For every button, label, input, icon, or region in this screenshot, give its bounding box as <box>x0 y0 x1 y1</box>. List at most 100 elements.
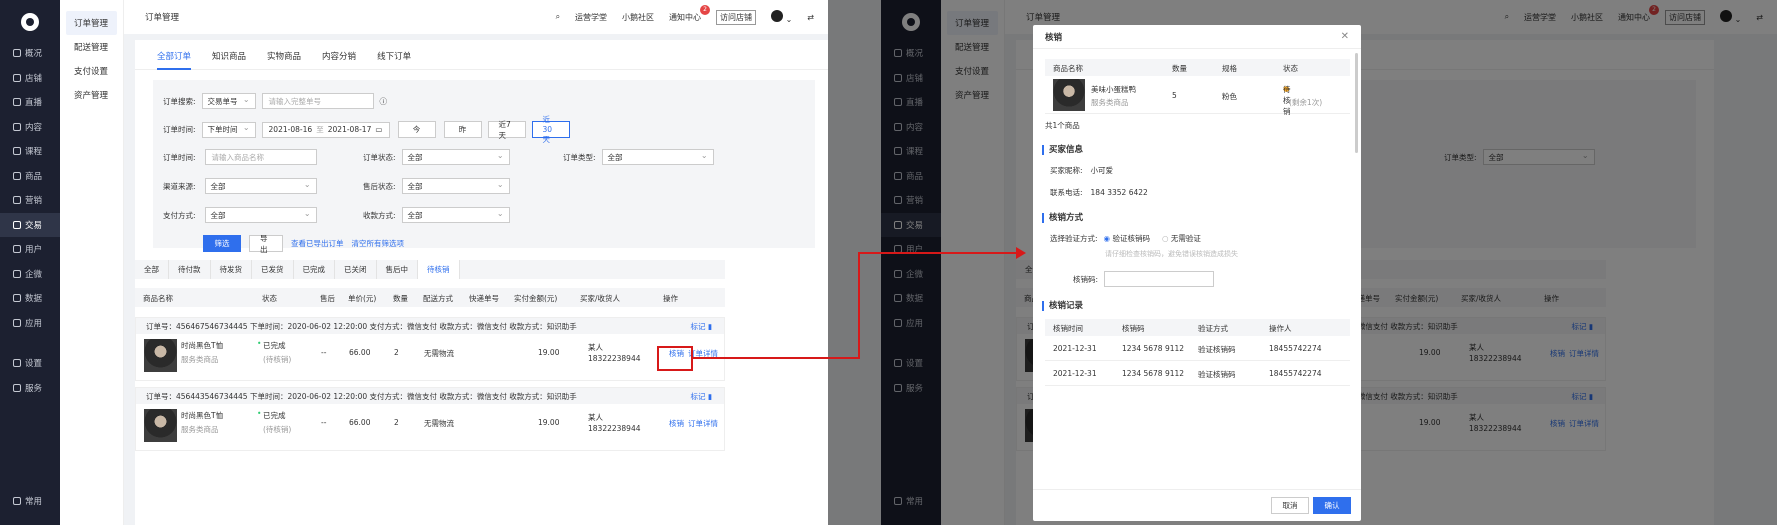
link-notify[interactable]: 通知中心 2 <box>669 4 711 23</box>
close-icon[interactable]: ✕ <box>1341 31 1349 42</box>
after-sale-select[interactable]: 全部 <box>401 178 510 194</box>
order-detail-link[interactable]: 订单详情 <box>688 418 718 429</box>
verify-code-input[interactable] <box>1104 271 1215 287</box>
quick-30days[interactable]: 近30天 <box>531 115 570 144</box>
status-tab[interactable]: 全部 <box>135 260 169 279</box>
order-no-input[interactable]: 请输入完整单号 <box>261 93 374 109</box>
method-hint: 请仔细检查核销码，避免错误核销造成损失 <box>1105 250 1238 258</box>
nav-item[interactable]: 直播 <box>0 90 60 115</box>
nav-item[interactable]: 营销 <box>0 188 60 213</box>
notify-badge: 2 <box>700 4 711 15</box>
nav-item[interactable]: 商品 <box>0 164 60 189</box>
grid-icon <box>13 496 21 505</box>
export-button[interactable]: 导出 <box>249 234 283 254</box>
status-tab[interactable]: 已完成 <box>294 260 335 279</box>
nav-label: 企微 <box>25 269 43 280</box>
subnav-item[interactable]: 资产管理 <box>66 83 117 107</box>
verify-link[interactable]: 核销 <box>669 418 684 429</box>
nav-item[interactable]: 企微 <box>0 262 60 287</box>
order-head: 订单号：456443546734445 下单时间：2020-06-02 12:2… <box>136 388 724 404</box>
goods-table-header: 商品名称 数量 规格 状态 <box>1045 59 1350 76</box>
status-tab[interactable]: 售后中 <box>377 260 418 279</box>
nav-item[interactable]: 课程 <box>0 139 60 164</box>
status-dot: • <box>257 339 262 348</box>
radio-verify-code[interactable]: ◉ 验证核销码 <box>1104 233 1150 244</box>
nav-item[interactable]: 交易 <box>0 212 60 237</box>
nav-item[interactable]: 用户 <box>0 237 60 262</box>
tab-1[interactable]: 知识商品 <box>212 50 246 70</box>
switch-icon[interactable]: ⇄ <box>807 13 814 22</box>
pay-method-select[interactable]: 全部 <box>204 207 317 223</box>
quick-yesterday[interactable]: 昨 <box>443 121 482 138</box>
subnav-item[interactable]: 配送管理 <box>66 35 117 59</box>
status-sub: (待核销) <box>263 425 292 434</box>
nav-icon <box>13 98 21 107</box>
mark-label: 标记 <box>690 391 706 401</box>
tab-4[interactable]: 线下订单 <box>377 50 411 70</box>
nav-common[interactable]: 常用 <box>0 489 60 514</box>
view-exported-link[interactable]: 查看已导出订单 <box>291 238 344 249</box>
nav-icon <box>13 220 21 229</box>
nav-item[interactable]: 应用 <box>0 311 60 336</box>
column-header: 售后 <box>320 294 335 303</box>
goods-name-input[interactable]: 请输入商品名称 <box>204 149 317 165</box>
order-meta: 订单号：456467546734445 下单时间：2020-06-02 12:2… <box>146 321 577 331</box>
subnav-item[interactable]: 订单管理 <box>66 11 117 35</box>
nav-item[interactable]: 内容 <box>0 115 60 140</box>
link-community[interactable]: 小鹅社区 <box>622 12 654 23</box>
order-status-select[interactable]: 全部 <box>401 149 510 165</box>
product-category: 服务类商品 <box>181 355 219 364</box>
filter-button[interactable]: 筛选 <box>203 235 241 252</box>
price: 66.00 <box>349 348 371 357</box>
confirm-button[interactable]: 确认 <box>1313 497 1351 514</box>
shipping: 无需物流 <box>424 349 454 358</box>
modal-scrollbar[interactable] <box>1355 53 1358 153</box>
order-type-select[interactable]: 全部 <box>601 149 714 165</box>
nav-label: 概况 <box>25 49 43 60</box>
link-academy[interactable]: 运营学堂 <box>575 12 607 23</box>
nav-item[interactable]: 服务 <box>0 376 60 401</box>
nav-icon <box>13 383 21 392</box>
cancel-button[interactable]: 取消 <box>1271 497 1309 514</box>
tab-3[interactable]: 内容分销 <box>322 50 356 70</box>
order-body: 时尚黑色T恤服务类商品 已完成 (待核销) -- 66.00 2 无需物流 19.00 某人 18… <box>136 334 724 380</box>
record-time: 2021-12-31 <box>1053 344 1097 353</box>
channel-select[interactable]: 全部 <box>204 178 317 194</box>
time-type-select[interactable]: 下单时间 <box>201 121 256 138</box>
time-label: 订单时间: <box>163 125 196 134</box>
status-tab[interactable]: 已发货 <box>252 260 294 279</box>
nav-item[interactable]: 设置 <box>0 351 60 376</box>
clear-filters-link[interactable]: 清空所有筛选项 <box>352 238 405 249</box>
visit-shop-button[interactable]: 访问店铺 <box>716 9 757 25</box>
mark-link[interactable]: 标记 ▮ <box>690 391 712 402</box>
calendar-icon: ▭ <box>375 125 383 134</box>
quick-today[interactable]: 今 <box>397 121 436 138</box>
status-tab[interactable]: 待发货 <box>211 260 252 279</box>
record-row: 2021-12-31 1234 5678 9112 验证核销码 18455742274 <box>1045 361 1350 386</box>
search-type-select[interactable]: 交易单号 <box>201 93 256 109</box>
date-range-picker[interactable]: 2021-08-16 至 2021-08-17 ▭ <box>261 121 390 138</box>
nav-item[interactable]: 店铺 <box>0 66 60 91</box>
mark-link[interactable]: 标记 ▮ <box>690 321 712 332</box>
top-bar: 订单管理 ⌕ 运营学堂 小鹅社区 通知中心2 访问店铺 ⌄ ⇄ <box>124 0 828 34</box>
verify-modal: 核销 ✕ 商品名称 数量 规格 状态 美味小蛋糕鸭 服务类商品 5 粉色 ● 待核销 … <box>1033 25 1361 521</box>
tab-2[interactable]: 实物商品 <box>267 50 301 70</box>
search-icon[interactable]: ⌕ <box>556 12 560 22</box>
nav-item[interactable]: 数据 <box>0 286 60 311</box>
buyer-phone: 18322238944 <box>588 424 641 433</box>
status-tab[interactable]: 已关闭 <box>335 260 377 279</box>
tab-0[interactable]: 全部订单 <box>157 50 192 70</box>
nav-label: 服务 <box>25 383 43 394</box>
mark-label: 标记 <box>690 321 706 331</box>
user-avatar[interactable]: ⌄ <box>771 10 792 24</box>
highlight-box <box>657 346 693 371</box>
status-tab[interactable]: 待付款 <box>169 260 211 279</box>
nav-icon <box>13 269 21 278</box>
subnav-item[interactable]: 支付设置 <box>66 59 117 83</box>
status-tab[interactable]: 待核销 <box>418 260 460 279</box>
nav-item[interactable]: 概况 <box>0 41 60 66</box>
column-header: 状态 <box>262 294 277 303</box>
receive-method-select[interactable]: 全部 <box>401 207 510 223</box>
radio-no-verify[interactable]: ○ 无需验证 <box>1162 233 1201 244</box>
quick-7days[interactable]: 近7天 <box>487 120 526 140</box>
